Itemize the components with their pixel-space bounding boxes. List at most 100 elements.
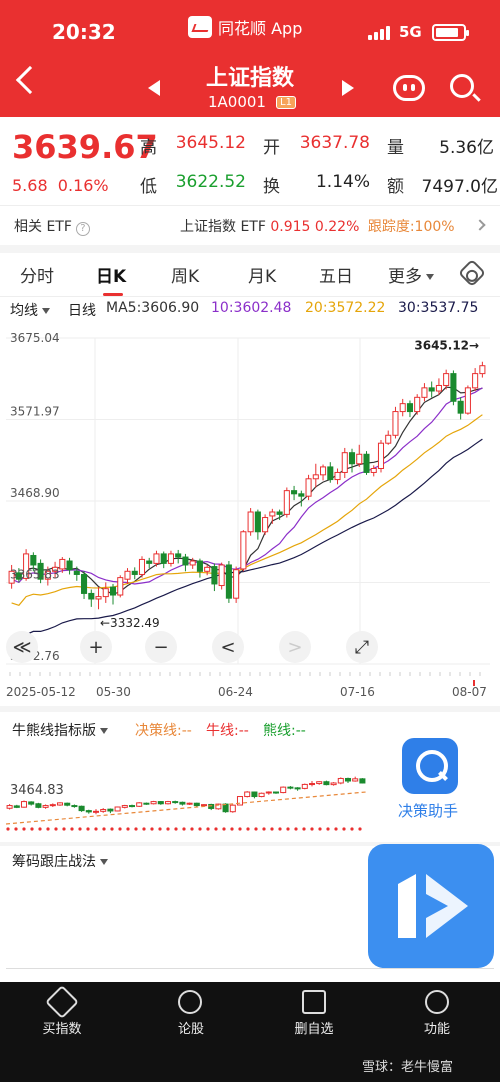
mini-candle xyxy=(35,803,42,808)
help-icon[interactable]: ? xyxy=(75,222,90,236)
kline-chart[interactable]: 3675.043571.973468.903365.833262.762025-… xyxy=(0,320,500,700)
collapse-button[interactable]: ≪ xyxy=(6,631,38,663)
candle-down xyxy=(66,560,73,571)
mini-candle xyxy=(244,791,251,798)
x-tick-label: 06-24 xyxy=(218,685,253,699)
ma5-line xyxy=(11,386,483,596)
candle-up xyxy=(392,411,399,436)
candle-up xyxy=(138,558,146,575)
mini-candle xyxy=(308,783,316,786)
candle-down xyxy=(225,564,232,599)
candle-up xyxy=(312,474,319,480)
mini-candle xyxy=(359,778,366,784)
bull-dot xyxy=(46,827,50,831)
candle-up xyxy=(421,387,428,398)
bull-dot xyxy=(14,827,18,831)
high-value: 3645.12 xyxy=(175,133,246,153)
candle-up xyxy=(233,569,240,599)
chevron-down-icon xyxy=(100,859,108,865)
chip-strategy-select[interactable]: 筹码跟庄战法 xyxy=(12,851,108,871)
decision-assistant-label[interactable]: 决策助手 xyxy=(398,800,458,821)
prev-button[interactable]: < xyxy=(212,631,244,663)
bull-dot xyxy=(134,827,138,831)
mini-candle xyxy=(100,809,107,812)
candle-down xyxy=(81,573,88,594)
ma5-value: MA5:3606.90 xyxy=(106,300,200,316)
bull-dot xyxy=(158,827,162,831)
candle-down xyxy=(363,453,370,473)
candle-down xyxy=(146,560,153,564)
bull-dot xyxy=(310,827,314,831)
mini-candle xyxy=(330,782,337,786)
candle-up xyxy=(356,453,363,465)
period-label: 日线 xyxy=(68,303,96,319)
menu-icon[interactable] xyxy=(425,990,449,1014)
nav-functions[interactable]: 功能 xyxy=(397,1018,477,1037)
tab-five-day[interactable]: 五日 xyxy=(319,262,353,287)
candle-down xyxy=(276,511,283,515)
search-icon[interactable] xyxy=(450,74,474,98)
fullscreen-button[interactable]: ⤢ xyxy=(346,631,378,663)
bull-dot xyxy=(182,827,186,831)
chevron-down-icon xyxy=(100,728,108,734)
mini-candle xyxy=(28,801,35,805)
indicator-title: 牛熊线指标版 xyxy=(12,723,96,739)
tab-monthly-k[interactable]: 月K xyxy=(248,262,276,287)
candle-up xyxy=(464,387,471,414)
buy-index-icon[interactable] xyxy=(45,985,79,1019)
divider xyxy=(0,245,500,253)
mini-candle xyxy=(323,781,330,786)
chevron-down-icon xyxy=(42,308,50,314)
etf-quote[interactable]: 上证指数 ETF 0.915 0.22% 跟踪度:100% xyxy=(180,216,455,236)
related-etf[interactable]: 相关 ETF? xyxy=(14,216,90,236)
mini-candle xyxy=(258,792,265,798)
chip-strategy-title: 筹码跟庄战法 xyxy=(12,854,96,870)
etf-label: 相关 ETF xyxy=(14,219,72,235)
tab-weekly-k[interactable]: 周K xyxy=(171,262,199,287)
mini-candle xyxy=(200,804,208,807)
nav-discussion[interactable]: 论股 xyxy=(151,1018,231,1037)
candle-up xyxy=(479,365,486,375)
indicator-chart xyxy=(5,776,366,831)
ma-type-select[interactable]: 均线 xyxy=(10,300,50,320)
page-title: 上证指数 xyxy=(205,66,294,91)
settings-icon[interactable] xyxy=(457,258,487,288)
low-label: 低 xyxy=(140,177,157,197)
bull-dot xyxy=(254,827,258,831)
bull-dot xyxy=(342,827,346,831)
zoom-in-button[interactable]: + xyxy=(80,631,112,663)
app-promo-icon[interactable] xyxy=(368,844,494,968)
stock-code: 1A0001 xyxy=(208,93,266,111)
divider xyxy=(0,205,500,206)
mini-candle xyxy=(143,802,150,805)
remove-watchlist-icon[interactable] xyxy=(302,990,326,1014)
zoom-out-button[interactable]: − xyxy=(145,631,177,663)
app-header: 20:32 同花顺 App 5G 上证指数 1A0001 L1 xyxy=(0,0,500,117)
candle-down xyxy=(406,403,413,413)
mini-candle xyxy=(13,805,20,808)
candle-up xyxy=(102,588,109,598)
candle-up xyxy=(59,558,66,570)
next-button[interactable]: > xyxy=(279,631,311,663)
mini-candle xyxy=(301,783,308,789)
bull-dot xyxy=(94,827,98,831)
discussion-icon[interactable] xyxy=(178,990,202,1014)
candle-up xyxy=(240,531,247,570)
tab-daily-k[interactable]: 日K xyxy=(96,262,126,287)
mini-candle xyxy=(121,805,128,808)
robot-icon[interactable] xyxy=(393,75,425,101)
mini-candle xyxy=(337,777,344,784)
watermark: 雪球：老牛慢富 xyxy=(362,1060,454,1075)
candle-up xyxy=(435,384,442,392)
chevron-right-icon[interactable] xyxy=(474,219,486,231)
tab-intraday[interactable]: 分时 xyxy=(20,262,54,287)
nav-buy-index[interactable]: 买指数 xyxy=(22,1018,102,1037)
nav-remove-watchlist[interactable]: 删自选 xyxy=(274,1018,354,1037)
indicator-select[interactable]: 牛熊线指标版 xyxy=(12,720,108,740)
tab-more[interactable]: 更多 xyxy=(388,262,434,287)
high-label: 高 xyxy=(140,138,157,158)
bull-dot xyxy=(142,827,146,831)
next-stock-icon[interactable] xyxy=(342,80,354,96)
decision-assistant-icon[interactable] xyxy=(402,738,458,794)
bull-dot xyxy=(238,827,242,831)
